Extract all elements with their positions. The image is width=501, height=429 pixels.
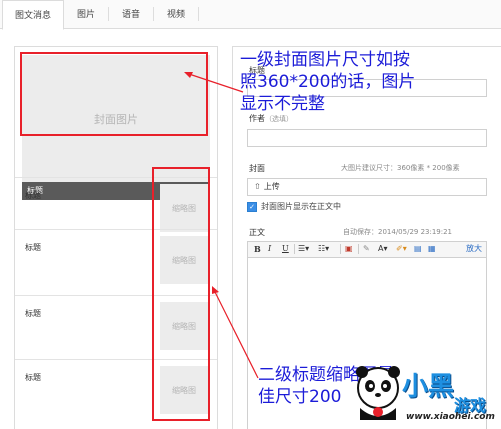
watermark-url: www.xiaohei.com bbox=[406, 412, 495, 422]
watermark-logo: 小黑 游戏 www.xiaohei.com bbox=[346, 362, 501, 428]
arrow-head bbox=[212, 286, 219, 294]
top-annotation-line3: 显示不完整 bbox=[240, 94, 325, 114]
bottom-annotation-line2: 佳尺寸200 bbox=[258, 387, 342, 407]
top-annotation-line1: 一级封面图片尺寸如按 bbox=[240, 50, 410, 70]
arrow-line bbox=[185, 72, 244, 93]
panda-mascot-icon bbox=[356, 366, 400, 420]
arrow-line bbox=[213, 289, 259, 379]
watermark-brand: 小黑 bbox=[402, 372, 455, 402]
top-annotation-line2: 照360*200的话，图片 bbox=[240, 72, 416, 92]
